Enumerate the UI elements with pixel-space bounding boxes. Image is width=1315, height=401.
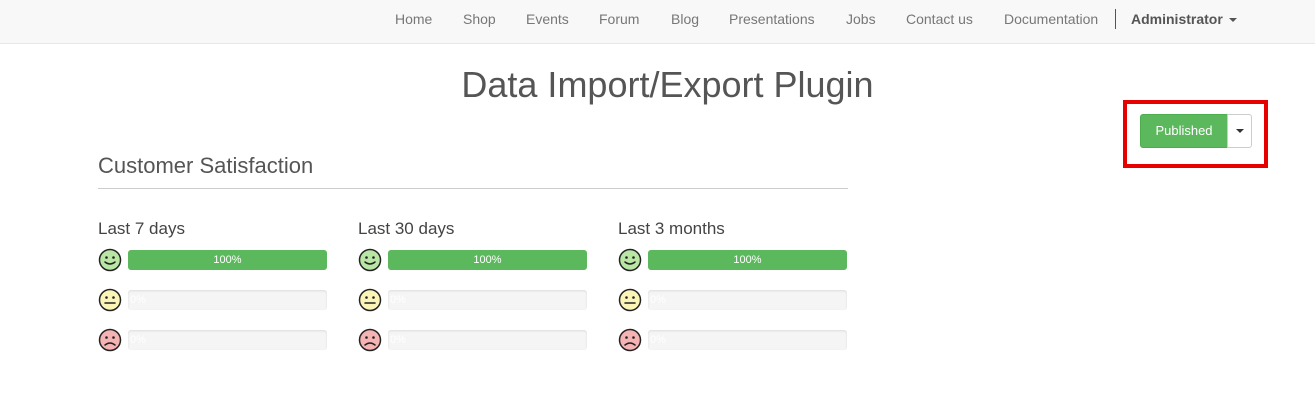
nav-blog-link[interactable]: Blog [671,0,699,44]
satisfaction-column: Last 7 days 100% 0% 0% [98,218,348,352]
progress-label: 100% [473,254,502,266]
nav-contact-link[interactable]: Contact us [906,0,973,44]
progress-label: 0% [390,294,406,306]
period-title: Last 3 months [618,219,725,238]
user-menu[interactable]: Administrator [1131,0,1237,44]
progress-label: 0% [130,294,146,306]
user-menu-label: Administrator [1131,11,1223,27]
sad-face-icon [358,328,382,352]
progress-bar: 100% [128,250,327,270]
chevron-down-icon [1236,129,1244,133]
page-title: Data Import/Export Plugin [461,64,874,105]
nav-home-link[interactable]: Home [395,0,432,44]
happy-face-icon [98,248,122,272]
progress-label: 100% [213,254,242,266]
period-title: Last 7 days [98,219,185,238]
progress-bar: 100% [648,250,847,270]
nav-documentation-link[interactable]: Documentation [1004,0,1098,44]
progress-bar: 0% [648,330,847,350]
nav-divider [1115,9,1116,29]
nav-events-link[interactable]: Events [526,0,569,44]
progress-bar: 0% [128,290,327,310]
progress-bar: 0% [648,290,847,310]
period-title: Last 30 days [358,219,455,238]
progress-bar: 0% [128,330,327,350]
progress-label: 0% [650,334,666,346]
satisfaction-column: Last 3 months 100% 0% 0% [618,218,868,352]
progress-label: 0% [650,294,666,306]
progress-label: 0% [130,334,146,346]
neutral-face-icon [358,288,382,312]
section-divider [98,188,848,189]
sad-face-icon [618,328,642,352]
publish-dropdown-toggle[interactable] [1227,114,1252,148]
happy-face-icon [618,248,642,272]
nav-shop-link[interactable]: Shop [463,0,496,44]
satisfaction-column: Last 30 days 100% 0% 0% [358,218,608,352]
nav-forum-link[interactable]: Forum [599,0,639,44]
chevron-down-icon [1228,18,1237,23]
happy-face-icon [358,248,382,272]
sad-face-icon [98,328,122,352]
top-navbar: Home Shop Events Forum Blog Presentation… [0,0,1315,44]
nav-presentations-link[interactable]: Presentations [729,0,815,44]
neutral-face-icon [98,288,122,312]
progress-bar: 0% [388,330,587,350]
section-title: Customer Satisfaction [98,153,314,178]
neutral-face-icon [618,288,642,312]
progress-label: 0% [390,334,406,346]
nav-jobs-link[interactable]: Jobs [846,0,876,44]
progress-label: 100% [733,254,762,266]
progress-bar: 0% [388,290,587,310]
published-button[interactable]: Published [1140,114,1228,148]
progress-bar: 100% [388,250,587,270]
